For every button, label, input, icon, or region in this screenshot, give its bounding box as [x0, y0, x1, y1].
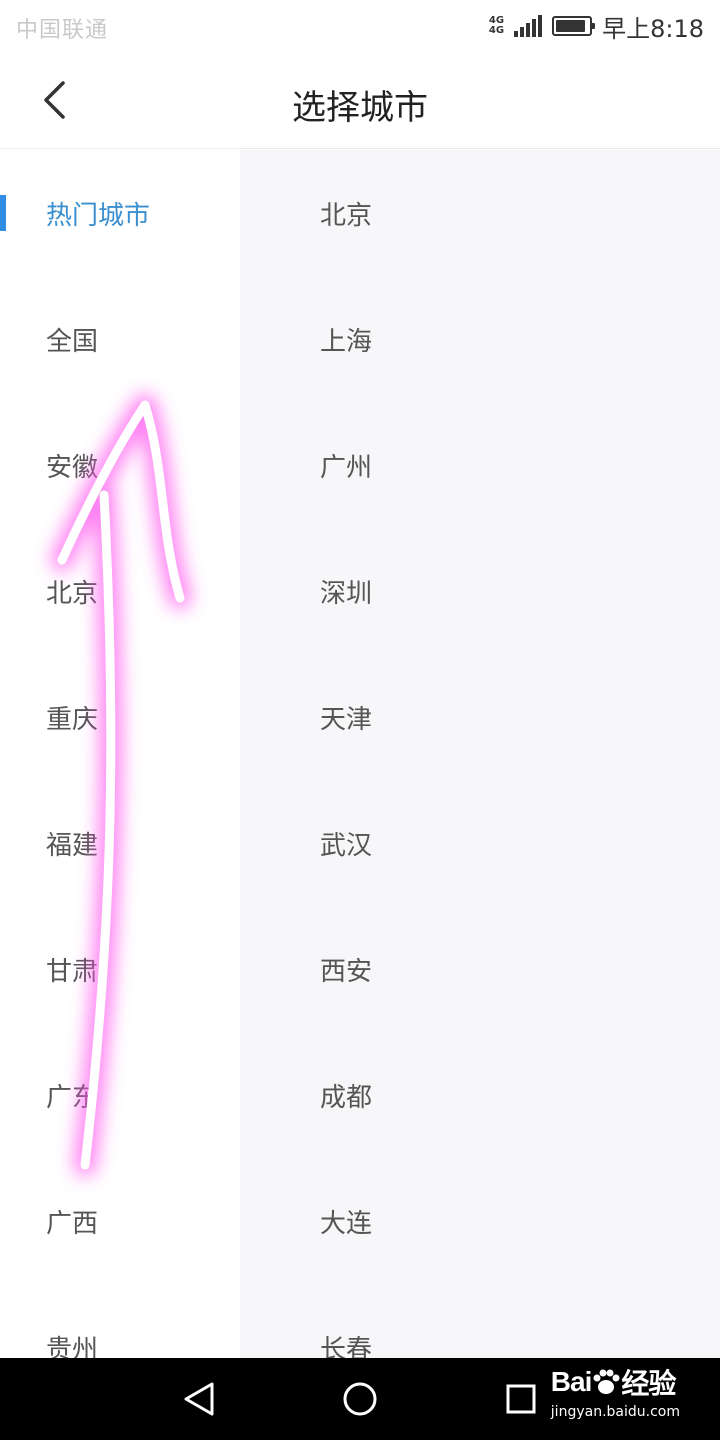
city-label: 北京	[320, 200, 373, 231]
header: 选择城市	[0, 52, 720, 149]
status-icons: 4G 4G 早上8:18	[489, 10, 704, 43]
city-label: 长春	[320, 1334, 373, 1359]
province-label: 全国	[46, 326, 99, 357]
province-label: 贵州	[46, 1334, 99, 1359]
city-item[interactable]: 深圳	[240, 528, 720, 654]
city-label: 上海	[320, 326, 373, 357]
province-label: 热门城市	[46, 200, 151, 231]
province-item[interactable]: 北京	[0, 528, 240, 654]
battery-icon	[552, 16, 596, 36]
province-item[interactable]: 甘肃	[0, 906, 240, 1032]
province-list[interactable]: 热门城市 全国 安徽 北京 重庆 福建 甘肃 广东 广西 贵州	[0, 150, 240, 1358]
province-label: 福建	[46, 830, 99, 861]
nav-back-button[interactable]	[178, 1378, 220, 1420]
watermark-url: jingyan.baidu.com	[550, 1404, 680, 1420]
city-label: 广州	[320, 452, 373, 483]
nav-home-button[interactable]	[339, 1378, 381, 1420]
page-title: 选择城市	[292, 88, 428, 128]
city-item[interactable]: 北京	[240, 150, 720, 276]
province-label: 北京	[46, 578, 99, 609]
city-label: 武汉	[320, 830, 373, 861]
network-type-icon: 4G 4G	[489, 16, 504, 36]
square-recents-icon	[506, 1384, 536, 1414]
city-item[interactable]: 西安	[240, 906, 720, 1032]
baidu-jingyan-watermark: Bai 经验 jingyan.baidu.com	[551, 1362, 680, 1420]
paw-icon	[593, 1369, 620, 1394]
city-item[interactable]: 长春	[240, 1284, 720, 1359]
battery-level	[556, 20, 585, 32]
nav-recents-button[interactable]	[500, 1378, 542, 1420]
status-bar: 中国联通 4G 4G 早上8:18	[0, 0, 720, 52]
city-item[interactable]: 天津	[240, 654, 720, 780]
watermark-logo: Bai 经验	[551, 1362, 680, 1402]
province-item[interactable]: 安徽	[0, 402, 240, 528]
city-item[interactable]: 大连	[240, 1158, 720, 1284]
province-label: 甘肃	[46, 956, 99, 987]
city-label: 天津	[320, 704, 373, 735]
province-item[interactable]: 重庆	[0, 654, 240, 780]
clock: 早上8:18	[602, 14, 704, 43]
city-item[interactable]: 上海	[240, 276, 720, 402]
city-label: 深圳	[320, 578, 373, 609]
province-item[interactable]: 福建	[0, 780, 240, 906]
province-item[interactable]: 全国	[0, 276, 240, 402]
carrier-name: 中国联通	[16, 18, 109, 43]
city-item[interactable]: 广州	[240, 402, 720, 528]
province-label: 广东	[46, 1082, 99, 1113]
province-item[interactable]: 贵州	[0, 1284, 240, 1359]
watermark-logo-suffix: 经验	[621, 1368, 676, 1399]
network-type-label: 4G	[488, 25, 505, 36]
province-label: 广西	[46, 1208, 99, 1239]
province-item[interactable]: 广东	[0, 1032, 240, 1158]
city-item[interactable]: 成都	[240, 1032, 720, 1158]
city-label: 西安	[320, 956, 373, 987]
system-nav-bar: Bai 经验 jingyan.baidu.com	[0, 1358, 720, 1440]
watermark-logo-prefix: Bai	[550, 1366, 593, 1397]
city-list[interactable]: 北京 上海 广州 深圳 天津 武汉 西安 成都 大连 长春	[240, 150, 720, 1358]
province-item-hot[interactable]: 热门城市	[0, 150, 240, 276]
province-label: 重庆	[46, 704, 99, 735]
province-label: 安徽	[46, 452, 99, 483]
city-label: 大连	[320, 1208, 373, 1239]
triangle-back-icon	[184, 1382, 214, 1416]
city-label: 成都	[320, 1082, 373, 1113]
signal-icon	[514, 15, 543, 37]
city-picker: 热门城市 全国 安徽 北京 重庆 福建 甘肃 广东 广西 贵州 北京 上海 广州…	[0, 150, 720, 1358]
city-item[interactable]: 武汉	[240, 780, 720, 906]
province-item[interactable]: 广西	[0, 1158, 240, 1284]
circle-home-icon	[343, 1382, 377, 1416]
